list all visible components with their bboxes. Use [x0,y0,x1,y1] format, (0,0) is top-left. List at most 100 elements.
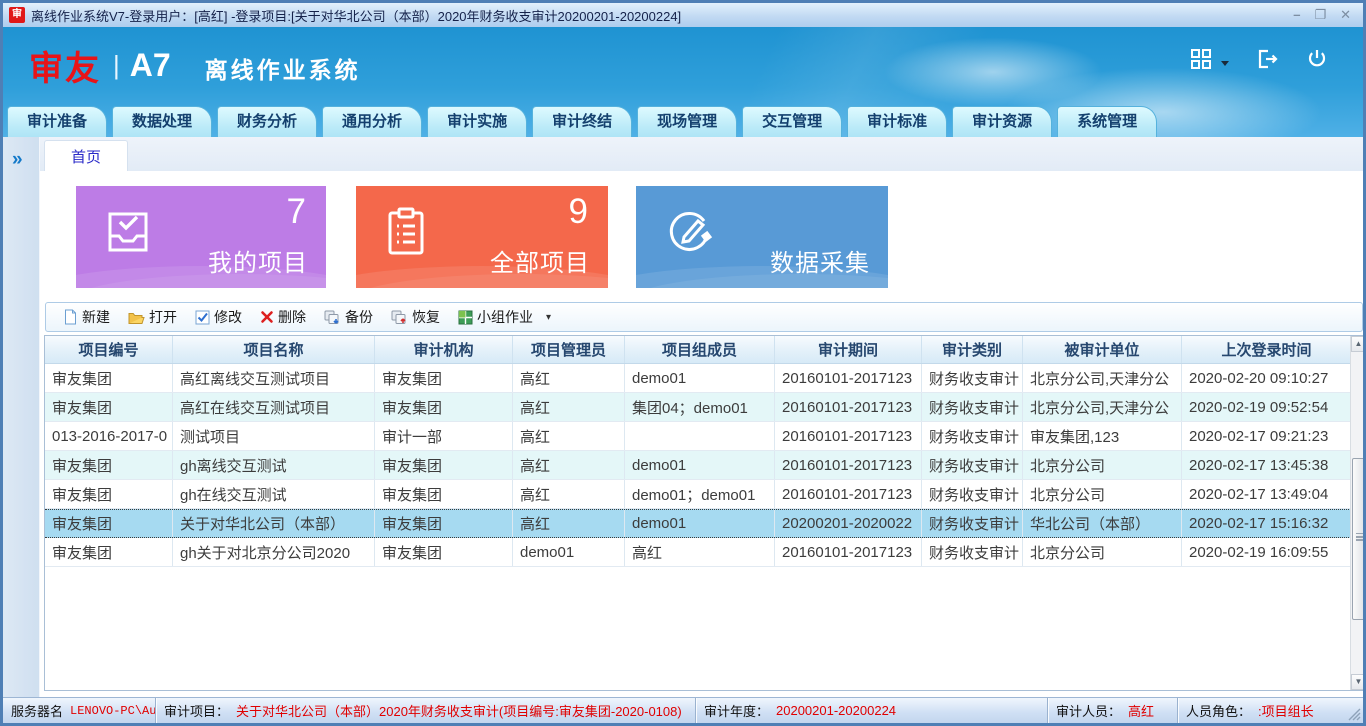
card-label: 我的项目 [208,243,308,278]
apps-dropdown-caret-icon[interactable] [1221,61,1229,66]
table-row[interactable]: 审友集团gh在线交互测试审友集团高红demo01；demo0120160101-… [45,480,1366,509]
maximize-button[interactable]: ❐ [1314,7,1326,23]
project-table: 项目编号项目名称审计机构项目管理员项目组成员审计期间审计类别被审计单位上次登录时… [44,335,1366,691]
status-audit-project: 审计项目：关于对华北公司（本部）2020年财务收支审计(项目编号:审友集团-20… [155,698,695,723]
group-work-button[interactable]: 小组作业 [451,305,540,329]
card-all-projects[interactable]: 9全部项目 [356,186,608,288]
table-cell: 20160101-2017123 [775,364,922,392]
nav-tab[interactable]: 通用分析 [322,106,422,137]
status-auditor: 审计人员：高红 [1047,698,1177,723]
table-cell: 北京分公司 [1023,538,1182,566]
nav-tab[interactable]: 审计准备 [7,106,107,137]
toolbar-button-label: 修改 [214,307,242,327]
column-header[interactable]: 被审计单位 [1023,336,1182,363]
table-row[interactable]: 审友集团高红离线交互测试项目审友集团高红demo0120160101-20171… [45,364,1366,393]
nav-tab[interactable]: 审计实施 [427,106,527,137]
table-cell: 测试项目 [173,422,375,450]
table-row[interactable]: 审友集团gh关于对北京分公司2020审友集团demo01高红20160101-2… [45,538,1366,567]
table-cell: 审计一部 [375,422,513,450]
nav-tab[interactable]: 交互管理 [742,106,842,137]
table-cell: 审友集团 [45,510,173,537]
card-my-projects[interactable]: 7我的项目 [76,186,326,288]
cloud-decoration [883,37,1103,107]
open-button[interactable]: 打开 [121,305,184,329]
table-cell: 集团04；demo01 [625,393,775,421]
delete-x-icon [260,310,274,324]
column-header[interactable]: 审计期间 [775,336,922,363]
table-cell: 审友集团,123 [1023,422,1182,450]
collapse-chevron-icon[interactable]: » [12,149,39,171]
table-cell: 北京分公司,天津分公 [1023,364,1182,392]
main-nav-tabs: 审计准备数据处理财务分析通用分析审计实施审计终结现场管理交互管理审计标准审计资源… [7,106,1157,137]
nav-tab[interactable]: 数据处理 [112,106,212,137]
column-header[interactable]: 项目名称 [173,336,375,363]
table-cell: 高红 [513,480,625,508]
table-cell: 审友集团 [375,480,513,508]
backup-icon [324,310,341,325]
logo-model-text: A7 [130,47,171,84]
nav-tab[interactable]: 系统管理 [1057,106,1157,137]
table-cell: 2020-02-17 09:21:23 [1182,422,1352,450]
nav-tab[interactable]: 现场管理 [637,106,737,137]
delete-button[interactable]: 删除 [253,305,313,329]
table-row[interactable]: 审友集团gh离线交互测试审友集团高红demo0120160101-2017123… [45,451,1366,480]
card-data-collection[interactable]: 数据采集 [636,186,888,288]
nav-tab[interactable]: 审计标准 [847,106,947,137]
toolbar-button-label: 打开 [149,307,177,327]
resize-grip[interactable] [1348,708,1361,721]
nav-tab[interactable]: 审计终结 [532,106,632,137]
table-cell: 关于对华北公司（本部） [173,510,375,537]
column-header[interactable]: 项目编号 [45,336,173,363]
table-row[interactable]: 013-2016-2017-0测试项目审计一部高红 20160101-201712… [45,422,1366,451]
card-label: 数据采集 [770,243,870,278]
table-cell: 20160101-2017123 [775,422,922,450]
column-header[interactable]: 项目管理员 [513,336,625,363]
table-cell: 20160101-2017123 [775,480,922,508]
table-cell: demo01；demo01 [625,480,775,508]
minimize-button[interactable]: – [1293,7,1300,23]
table-cell: 财务收支审计 [922,480,1023,508]
table-cell: 北京分公司 [1023,451,1182,479]
status-value: 高红 [1128,701,1154,720]
table-cell: 高红在线交互测试项目 [173,393,375,421]
table-cell: 华北公司（本部） [1023,510,1182,537]
home-content: 7我的项目 9全部项目数据采集 新建 打开 修改删除备份恢复 小组作业 ▾ 项目编号项目名… [40,171,1363,697]
group-work-icon [458,310,473,325]
scroll-down-icon[interactable]: ▼ [1351,674,1366,690]
new-button[interactable]: 新建 [56,305,117,329]
vertical-scrollbar[interactable]: ▲ ▼ [1350,336,1366,690]
scrollbar-grip [1356,533,1363,535]
toolbar-button-label: 小组作业 [477,307,533,327]
restore-button[interactable]: 恢复 [384,305,447,329]
column-header[interactable]: 审计类别 [922,336,1023,363]
table-cell: 审友集团 [375,393,513,421]
apps-grid-icon[interactable] [1189,47,1213,71]
table-cell: 高红 [513,422,625,450]
power-icon[interactable] [1305,47,1329,71]
scrollbar-thumb[interactable] [1352,458,1366,620]
table-row[interactable]: 审友集团高红在线交互测试项目审友集团高红集团04；demo0120160101-… [45,393,1366,422]
column-header[interactable]: 项目组成员 [625,336,775,363]
table-cell: gh离线交互测试 [173,451,375,479]
table-row[interactable]: 审友集团关于对华北公司（本部）审友集团高红demo0120200201-2020… [45,509,1366,538]
body-area: » 首页 7我的项目 9全部项目数据采集 新建 打开 修改删除备份恢复 小组作业 ▾ 项目… [3,137,1363,697]
backup-button[interactable]: 备份 [317,305,380,329]
table-cell: 财务收支审计 [922,451,1023,479]
app-logo-icon: 审 [9,7,25,23]
table-cell: 013-2016-2017-0 [45,422,173,450]
nav-tab[interactable]: 财务分析 [217,106,317,137]
scroll-up-icon[interactable]: ▲ [1351,336,1366,352]
nav-tab[interactable]: 审计资源 [952,106,1052,137]
table-cell: 2020-02-17 13:49:04 [1182,480,1352,508]
close-button[interactable]: ✕ [1340,7,1351,23]
status-value: LENOVO-PC\AudT [70,704,155,718]
logout-icon[interactable] [1255,47,1279,71]
table-cell: 高红 [513,393,625,421]
column-header[interactable]: 上次登录时间 [1182,336,1352,363]
table-cell: 财务收支审计 [922,393,1023,421]
column-header[interactable]: 审计机构 [375,336,513,363]
group-work-dropdown-caret-icon[interactable]: ▾ [546,312,551,323]
tab-home[interactable]: 首页 [44,140,128,172]
table-cell: 审友集团 [45,451,173,479]
modify-button[interactable]: 修改 [188,305,249,329]
